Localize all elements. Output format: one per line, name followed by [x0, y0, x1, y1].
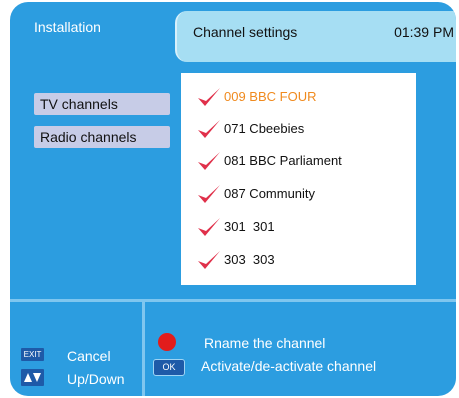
- channel-item[interactable]: 009 BBC FOUR: [197, 84, 412, 110]
- up-down-hint: Up/Down: [67, 371, 125, 387]
- footer-divider: [10, 299, 456, 302]
- checkmark-icon[interactable]: [197, 150, 221, 172]
- channel-label: 087 Community: [224, 186, 316, 201]
- cancel-hint: Cancel: [67, 348, 111, 364]
- channel-list: 009 BBC FOUR 071 Cbeebies 081 BBC Parlia…: [181, 73, 416, 285]
- channel-item[interactable]: 081 BBC Parliament: [197, 148, 412, 174]
- channel-item[interactable]: 087 Community: [197, 181, 412, 207]
- ok-key-icon: OK: [153, 359, 185, 376]
- activate-hint: Activate/de-activate channel: [201, 358, 377, 374]
- checkmark-icon[interactable]: [197, 249, 221, 271]
- footer-column-divider: [142, 302, 145, 396]
- channel-label: 071 Cbeebies: [224, 121, 305, 136]
- channel-item[interactable]: 071 Cbeebies: [197, 116, 412, 142]
- channel-label: 081 BBC Parliament: [224, 153, 342, 168]
- checkmark-icon[interactable]: [197, 118, 221, 140]
- checkmark-icon[interactable]: [197, 183, 221, 205]
- page-title: Channel settings: [193, 24, 298, 40]
- channel-label: 301 301: [224, 219, 275, 234]
- channel-settings-header: Channel settings 01:39 PM: [175, 11, 456, 62]
- red-button-icon: [158, 333, 176, 351]
- channel-label: 009 BBC FOUR: [224, 89, 317, 104]
- rename-hint: Rname the channel: [204, 335, 326, 351]
- sidebar-item-radio-channels[interactable]: Radio channels: [34, 126, 170, 148]
- channel-item[interactable]: 301 301: [197, 214, 412, 240]
- up-down-arrows-icon: [21, 369, 44, 386]
- channel-item[interactable]: 303 303: [197, 247, 412, 273]
- channel-label: 303 303: [224, 252, 275, 267]
- installation-tab[interactable]: Installation: [10, 2, 170, 50]
- installation-screen: Installation Channel settings 01:39 PM T…: [10, 2, 456, 396]
- clock-time: 01:39 PM: [394, 24, 454, 40]
- exit-key-icon: EXIT: [21, 348, 44, 361]
- checkmark-icon[interactable]: [197, 216, 221, 238]
- checkmark-icon[interactable]: [197, 86, 221, 108]
- sidebar-item-tv-channels[interactable]: TV channels: [34, 93, 170, 115]
